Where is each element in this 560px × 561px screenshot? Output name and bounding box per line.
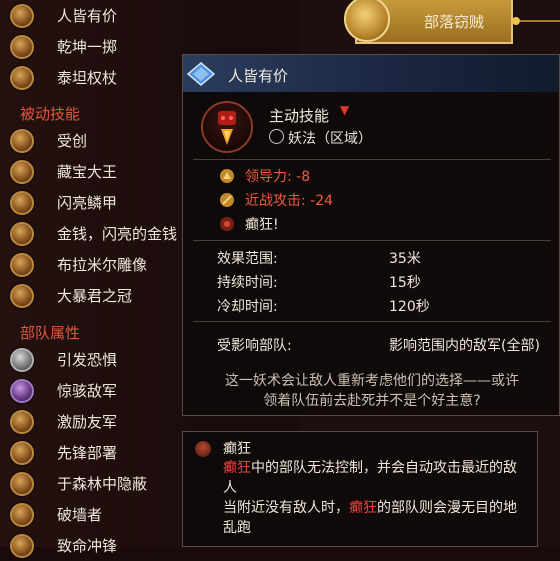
description-line: 这一妖术会让敌人重新考虑他们的选择——或许: [225, 373, 519, 389]
treasure-icon: [10, 159, 34, 184]
charge-icon: [10, 533, 34, 558]
keyword-text: 当附近没有敌人时，: [223, 500, 349, 516]
keyword-tooltip: 癫狂 癫狂中的部队无法控制，并会自动攻击最近的敌人 当附近没有敌人时，癫狂的部队…: [182, 431, 538, 547]
passive-skills-heading: 被动技能: [20, 105, 81, 123]
statue-icon: [10, 252, 34, 277]
skill-item[interactable]: 受创: [0, 125, 190, 156]
unit-attribute-item[interactable]: 先锋部署: [0, 437, 190, 468]
skill-label: 人皆有价: [57, 7, 118, 25]
vanguard-icon: [10, 440, 34, 465]
frenzy-icon: [220, 217, 234, 231]
skill-label: 金钱，闪亮的金钱: [57, 225, 178, 243]
spell-portrait-icon: [201, 101, 253, 153]
effect-frenzy: 癫狂!: [245, 217, 279, 233]
unit-attribute-item[interactable]: 破墙者: [0, 499, 190, 530]
attribute-label: 于森林中隐蔽: [57, 475, 148, 493]
skill-item[interactable]: 乾坤一掷: [0, 31, 190, 62]
gold-coin-icon: [10, 221, 34, 246]
stat-cooldown-value: 120秒: [389, 299, 430, 315]
affected-units-label: 受影响部队:: [217, 338, 292, 354]
skill-type-label: 主动技能: [269, 107, 330, 125]
terror-icon: [10, 378, 34, 403]
skill-label: 藏宝大王: [57, 163, 118, 181]
unit-attribute-item[interactable]: 致命冲锋: [0, 530, 190, 561]
keyword-text: 中的部队无法控制，并会自动攻击最近的敌人: [223, 460, 517, 496]
unit-attribute-item[interactable]: 于森林中隐蔽: [0, 468, 190, 499]
attribute-label: 激励友军: [57, 413, 118, 431]
connector-line: [520, 20, 560, 22]
stat-range-value: 35米: [389, 251, 421, 267]
skill-item[interactable]: 人皆有价: [0, 0, 190, 31]
connector-node: [512, 17, 520, 25]
frenzy-icon: [195, 441, 211, 457]
skill-item[interactable]: 泰坦权杖: [0, 62, 190, 93]
skill-label: 闪亮鳞甲: [57, 194, 118, 212]
dice-icon: [10, 34, 34, 59]
keyword-highlight: 癫狂: [223, 460, 251, 476]
blue-gem-icon: [187, 62, 215, 86]
effect-leadership: 领导力: -8: [245, 169, 311, 185]
red-arrow-icon: ▼: [340, 103, 350, 117]
divider: [193, 159, 551, 160]
effect-melee: 近战攻击: -24: [245, 193, 334, 209]
eye-icon: [10, 471, 34, 496]
skill-item[interactable]: 藏宝大王: [0, 156, 190, 187]
skill-list-panel: 人皆有价 乾坤一掷 泰坦权杖 被动技能 受创 藏宝大王 闪亮鳞甲 金钱，闪亮的金…: [0, 0, 190, 558]
attribute-label: 破墙者: [57, 506, 103, 524]
keyword-description: 癫狂中的部队无法控制，并会自动攻击最近的敌人 当附近没有敌人时，癫狂的部队则会漫…: [223, 458, 527, 538]
skull-icon: [10, 347, 34, 372]
hand-coin-icon: [10, 3, 34, 28]
attribute-label: 先锋部署: [57, 444, 118, 462]
melee-icon: [220, 193, 234, 207]
attribute-label: 致命冲锋: [57, 537, 118, 555]
hex-icon: [269, 129, 284, 144]
skill-label: 乾坤一掷: [57, 38, 118, 56]
divider: [193, 321, 551, 322]
description-line: 领着队伍前去赴死并不是个好主意?: [263, 393, 481, 409]
skill-label: 受创: [57, 132, 88, 150]
flavor-description: 这一妖术会让敌人重新考虑他们的选择——或许 领着队伍前去赴死并不是个好主意?: [197, 371, 547, 411]
attribute-label: 惊骇敌军: [57, 382, 118, 400]
skill-item[interactable]: 闪亮鳞甲: [0, 187, 190, 218]
skill-label: 泰坦权杖: [57, 69, 118, 87]
leadership-icon: [220, 169, 234, 183]
stat-duration-value: 15秒: [389, 275, 421, 291]
wall-breaker-icon: [10, 502, 34, 527]
crown-icon: [10, 283, 34, 308]
divider: [193, 240, 551, 241]
tooltip-header: 人皆有价: [183, 55, 559, 92]
stat-range-label: 效果范围:: [217, 251, 278, 267]
scepter-icon: [10, 65, 34, 90]
stat-cooldown-label: 冷却时间:: [217, 299, 278, 315]
attribute-label: 引发恐惧: [57, 351, 118, 369]
skill-item[interactable]: 布拉米尔雕像: [0, 249, 190, 280]
unit-attribute-item[interactable]: 激励友军: [0, 406, 190, 437]
skill-label: 大暴君之冠: [57, 287, 133, 305]
keyword-title: 癫狂: [223, 441, 251, 457]
skill-item[interactable]: 金钱，闪亮的金钱: [0, 218, 190, 249]
tribe-button-label: 部落窃贼: [423, 12, 484, 31]
stat-duration-label: 持续时间:: [217, 275, 278, 291]
keyword-highlight: 癫狂: [349, 500, 377, 516]
skill-item[interactable]: 大暴君之冠: [0, 280, 190, 311]
affected-units-value: 影响范围内的敌军(全部): [389, 338, 540, 354]
wound-icon: [10, 128, 34, 153]
unit-attribute-item[interactable]: 引发恐惧: [0, 344, 190, 375]
ability-tooltip: 人皆有价 主动技能 ▼ 妖法（区域） 领导力: -8 近战攻击: -24 癫狂!…: [182, 54, 560, 416]
unit-attribute-item[interactable]: 惊骇敌军: [0, 375, 190, 406]
skill-subtype-label: 妖法（区域）: [288, 131, 372, 147]
scale-armor-icon: [10, 190, 34, 215]
tooltip-title: 人皆有价: [228, 67, 289, 85]
inspire-icon: [10, 409, 34, 434]
skill-label: 布拉米尔雕像: [57, 256, 148, 274]
unit-attributes-heading: 部队属性: [20, 324, 81, 342]
